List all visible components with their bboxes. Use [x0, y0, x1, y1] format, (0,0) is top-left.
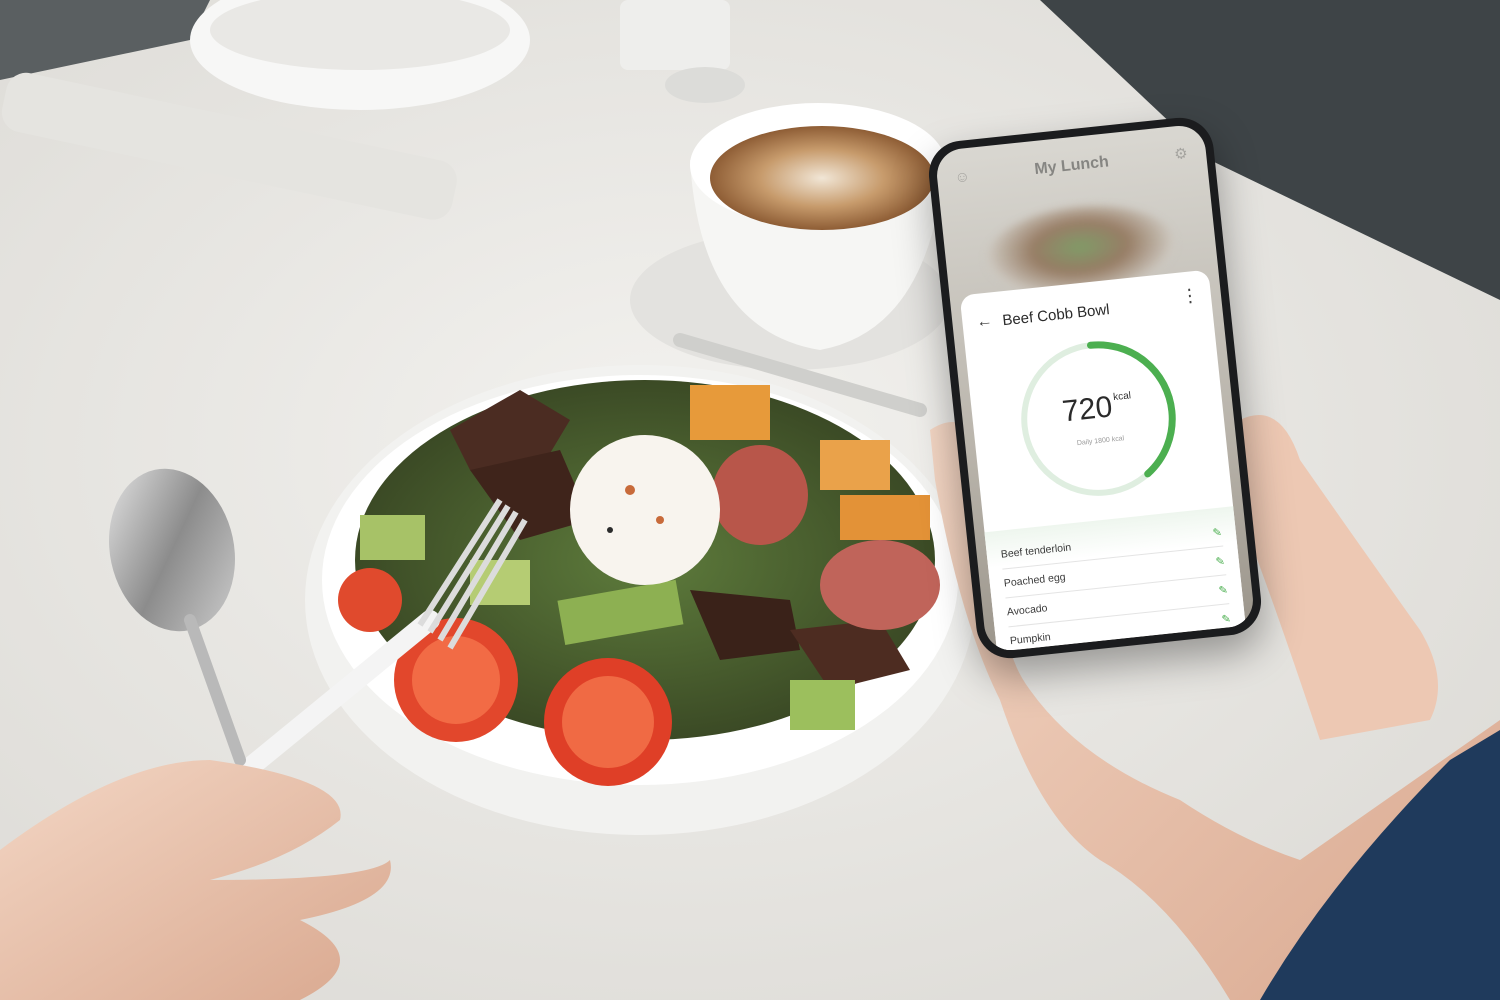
settings-icon[interactable]: ⚙ — [1171, 145, 1191, 165]
pencil-icon[interactable]: ✎ — [1218, 583, 1228, 597]
arrow-left-icon[interactable]: ← — [976, 312, 994, 332]
poached-egg — [570, 435, 720, 585]
ingredient-name: Poached egg — [1003, 571, 1067, 590]
meal-title: Beef Cobb Bowl — [1001, 300, 1111, 329]
glass — [620, 0, 730, 70]
calorie-unit: kcal — [1112, 390, 1132, 404]
user-icon[interactable]: ☺ — [952, 168, 972, 188]
ingredient-list: Beef tenderloin ✎ Poached egg ✎ Avocado … — [984, 506, 1246, 653]
pencil-icon[interactable]: ✎ — [1215, 554, 1225, 568]
pencil-icon[interactable]: ✎ — [1212, 525, 1222, 539]
more-vertical-icon[interactable]: ⋮ — [1180, 285, 1200, 308]
calorie-ring: 720kcal Daily 1800 kcal — [1005, 325, 1192, 512]
app-header-title: My Lunch — [1033, 153, 1110, 179]
smartphone: ☺ My Lunch ⚙ ← Beef Cobb Bowl ⋮ 720kcal … — [925, 114, 1265, 662]
ingredient-name: Beef tenderloin — [1000, 541, 1072, 561]
ingredient-name: Pumpkin — [1009, 631, 1052, 648]
cafe-table-scene — [0, 0, 1500, 1000]
latte-art — [710, 126, 934, 230]
pencil-icon[interactable]: ✎ — [1221, 612, 1231, 626]
meal-card: ← Beef Cobb Bowl ⋮ 720kcal Daily 1800 kc… — [959, 269, 1246, 653]
ingredient-name: Avocado — [1006, 602, 1049, 619]
phone-screen: ☺ My Lunch ⚙ ← Beef Cobb Bowl ⋮ 720kcal … — [934, 123, 1256, 653]
calorie-value: 720 — [1060, 390, 1114, 429]
